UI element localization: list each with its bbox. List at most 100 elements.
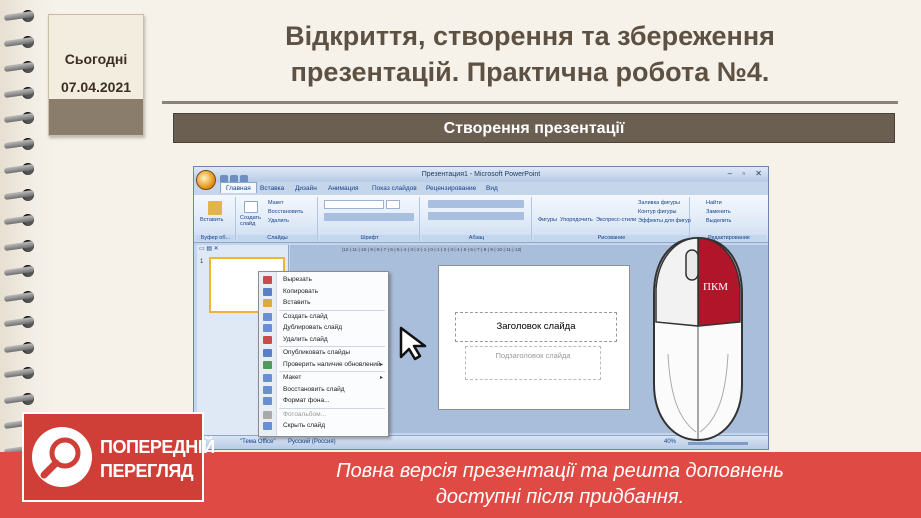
- context-menu-item[interactable]: Вырезать: [283, 276, 312, 283]
- select-button[interactable]: Выделить: [706, 218, 731, 224]
- group-label-paragraph: Абзац: [422, 235, 531, 241]
- context-menu-item[interactable]: Восстановить слайд: [283, 386, 345, 393]
- magnifier-badge: [32, 427, 92, 487]
- title-line-2: презентацій. Практична робота №4.: [290, 57, 770, 87]
- context-menu-item[interactable]: Вставить: [283, 299, 311, 306]
- delete-button[interactable]: Удалить: [268, 218, 289, 224]
- context-item-icon: [263, 287, 272, 296]
- tab-home[interactable]: Главная: [220, 182, 257, 193]
- tab-view[interactable]: Вид: [486, 185, 498, 192]
- font-format-buttons[interactable]: [324, 213, 414, 221]
- clipboard-group: Вставить Буфер об...: [196, 197, 236, 241]
- context-menu-item[interactable]: Формат фона...: [283, 397, 329, 404]
- window-titlebar: Презентация1 - Microsoft PowerPoint: [194, 167, 768, 182]
- ruler: |12·|·11·|·10·|·9·|·8·|·7·|·6·|·5·|·4·|·…: [342, 247, 522, 252]
- date-tag: Сьогодні 07.04.2021: [48, 14, 144, 136]
- context-menu-separator: [279, 346, 385, 347]
- tab-insert[interactable]: Вставка: [260, 185, 284, 192]
- slides-group: Создать слайд Макет Восстановить Удалить…: [238, 197, 318, 241]
- section-banner: Створення презентації: [173, 113, 895, 143]
- magnifier-icon: [40, 437, 81, 479]
- font-group: Шрифт: [320, 197, 420, 241]
- mouse-button-label: ПКМ: [703, 281, 729, 293]
- status-language: Русский (Россия): [288, 439, 336, 445]
- context-menu: Вырезать Копировать Вставить Создать слайд Д…: [258, 271, 389, 437]
- date-value: 07.04.2021: [60, 79, 132, 95]
- quick-access-toolbar[interactable]: [220, 170, 256, 183]
- context-menu-item[interactable]: Дублировать слайд: [283, 324, 342, 331]
- shapes-button[interactable]: Фигуры: [538, 217, 557, 223]
- slide-thumb-number: 1: [200, 259, 204, 265]
- font-size-input[interactable]: [386, 200, 400, 209]
- group-label-font: Шрифт: [320, 235, 419, 241]
- title-line-1: Відкриття, створення та збереження: [285, 21, 775, 51]
- shape-effects-button[interactable]: Эффекты для фигур: [638, 218, 691, 224]
- window-controls[interactable]: – ▫ ✕: [728, 169, 766, 178]
- group-label-clipboard: Буфер об...: [196, 235, 235, 241]
- today-label: Сьогодні: [64, 51, 128, 67]
- create-slide-button[interactable]: Создать слайд: [240, 215, 264, 227]
- purchase-note-line-1: Повна версія презентації та решта доповн…: [336, 460, 784, 482]
- paste-icon[interactable]: [208, 201, 222, 215]
- submenu-arrow-icon: ▸: [379, 375, 383, 381]
- purchase-note-line-2: доступні після придбання.: [435, 486, 685, 508]
- context-menu-separator: [279, 309, 385, 311]
- context-menu-item[interactable]: Удалить слайд: [283, 336, 328, 343]
- context-menu-separator: [279, 371, 385, 372]
- align-buttons[interactable]: [428, 212, 524, 220]
- context-menu-item[interactable]: Создать слайд: [283, 313, 328, 320]
- context-item-icon: [263, 422, 272, 430]
- tab-animation[interactable]: Анимация: [328, 185, 359, 192]
- tab-slideshow[interactable]: Показ слайдов: [372, 185, 417, 192]
- context-menu-item: Фотоальбом...: [283, 410, 326, 418]
- arrange-button[interactable]: Упорядочить: [560, 217, 593, 223]
- context-item-icon: [263, 276, 272, 284]
- context-item-icon: [263, 349, 272, 357]
- context-menu-item[interactable]: Проверить наличие обновлений: [283, 361, 380, 368]
- new-slide-icon[interactable]: [244, 201, 258, 213]
- context-item-icon: [263, 360, 272, 369]
- font-name-input[interactable]: [324, 200, 384, 209]
- context-menu-item[interactable]: Опубликовать слайды: [283, 349, 350, 356]
- cursor-arrow-icon: [399, 326, 427, 361]
- slide-canvas[interactable]: Заголовок слайда Подзаголовок слайда: [438, 265, 630, 410]
- context-menu-item[interactable]: Скрыть слайд: [283, 422, 325, 429]
- tab-design[interactable]: Дизайн: [295, 185, 317, 192]
- date-tag-footer: [49, 99, 143, 135]
- panel-tabs[interactable]: ▭ ▤ ✕: [199, 245, 219, 252]
- subtitle-placeholder[interactable]: Подзаголовок слайда: [465, 346, 601, 380]
- paste-button[interactable]: Вставить: [200, 217, 223, 223]
- replace-button[interactable]: Заменить: [706, 209, 731, 215]
- group-label-slides: Слайды: [238, 235, 317, 241]
- shape-outline-button[interactable]: Контур фигуры: [638, 209, 676, 215]
- context-item-icon: [263, 335, 272, 344]
- preview-title-line-1: ПОПЕРЕДНІЙ: [100, 437, 215, 457]
- context-item-icon: [263, 324, 272, 332]
- context-item-icon: [263, 312, 272, 321]
- context-item-icon: [263, 397, 272, 405]
- find-button[interactable]: Найти: [706, 200, 722, 206]
- context-item-icon: [263, 385, 272, 394]
- title-placeholder[interactable]: Заголовок слайда: [455, 312, 617, 342]
- page-title: Відкриття, створення та збереження презе…: [170, 18, 890, 90]
- context-menu-item[interactable]: Макет: [283, 374, 301, 381]
- context-menu-item[interactable]: Копировать: [283, 288, 318, 295]
- tab-review[interactable]: Рецензирование: [426, 185, 476, 192]
- context-item-icon: [263, 374, 272, 382]
- submenu-arrow-icon: ▸: [379, 361, 383, 368]
- preview-title-line-2: ПЕРЕГЛЯД: [100, 461, 194, 481]
- shape-fill-button[interactable]: Заливка фигуры: [638, 200, 680, 206]
- paragraph-group: Абзац: [422, 197, 532, 241]
- context-menu-separator: [279, 407, 385, 409]
- preview-badge: ПОПЕРЕДНІЙ ПЕРЕГЛЯД: [22, 412, 215, 502]
- context-item-icon: [263, 410, 272, 419]
- restore-button[interactable]: Восстановить: [268, 209, 303, 215]
- title-divider: [162, 101, 898, 104]
- context-item-icon: [263, 299, 272, 307]
- mouse-illustration: [653, 236, 743, 442]
- quick-styles-button[interactable]: Экспресс-стили: [596, 217, 636, 223]
- list-buttons[interactable]: [428, 200, 524, 208]
- ribbon-tabs: Главная Вставка Дизайн Анимация Показ сл…: [194, 182, 768, 195]
- status-theme: "Тема Office": [240, 439, 276, 445]
- layout-button[interactable]: Макет: [268, 200, 284, 206]
